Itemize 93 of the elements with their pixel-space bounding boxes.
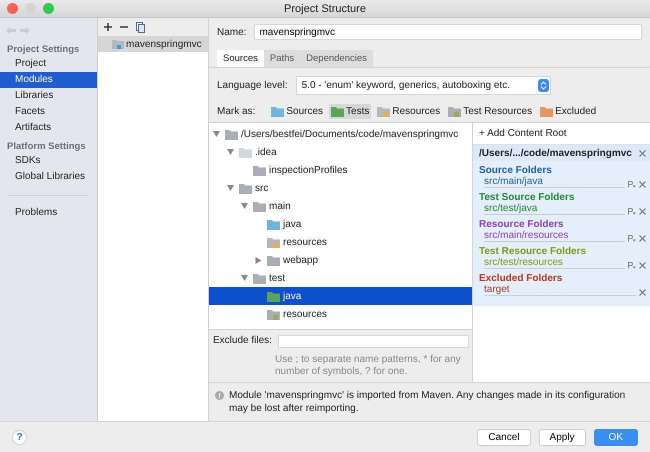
folder-path: src/main/resources — [484, 230, 625, 242]
language-level-label: Language level: — [217, 80, 288, 91]
properties-icon[interactable] — [628, 181, 636, 188]
add-icon[interactable] — [104, 23, 112, 31]
collapse-arrow-icon[interactable] — [213, 131, 220, 137]
exclude-files-field[interactable] — [278, 335, 469, 348]
section-title: Resource Folders — [479, 219, 564, 230]
sidebar-item[interactable]: Artifacts — [0, 120, 97, 136]
tab[interactable]: Dependencies — [300, 50, 373, 67]
copy-icon[interactable] — [136, 22, 145, 32]
sidebar-item[interactable]: Project — [0, 56, 97, 72]
zoom-button[interactable] — [43, 3, 54, 14]
close-icon[interactable] — [639, 150, 646, 157]
folder-icon — [448, 106, 462, 117]
module-item[interactable]: mavenspringmvc — [98, 36, 208, 52]
collapse-arrow-icon[interactable] — [241, 203, 248, 209]
folder-path: src/test/resources — [484, 257, 625, 269]
collapse-arrow-icon[interactable] — [227, 185, 234, 191]
mark-button[interactable]: Tests — [329, 104, 372, 119]
sidebar-item[interactable]: Modules — [0, 72, 97, 88]
folder-path: src/test/java — [484, 203, 625, 215]
stepper-icon — [538, 79, 549, 92]
window-title: Project Structure — [284, 2, 366, 14]
name-label: Name: — [217, 26, 246, 38]
tab[interactable]: Paths — [264, 50, 300, 67]
language-level-dropdown[interactable]: 5.0 - 'enum' keyword, generics, autoboxing etc. — [296, 76, 551, 95]
sidebar-item[interactable]: Libraries — [0, 88, 97, 104]
tab[interactable]: Sources — [217, 50, 264, 67]
mark-button[interactable]: Test Resources — [446, 104, 534, 119]
folder-icon — [239, 146, 252, 158]
module-folder-icon — [112, 39, 124, 49]
section-title: Test Source Folders — [479, 192, 576, 203]
folder-icon — [331, 106, 344, 117]
tree-row[interactable]: java — [209, 215, 472, 233]
sidebar-item[interactable]: SDKs — [0, 153, 97, 169]
tree-row[interactable]: src — [209, 179, 472, 197]
sidebar-item[interactable]: Global Libraries — [0, 169, 97, 185]
exclude-files-label: Exclude files: — [213, 335, 272, 346]
section-title: Excluded Folders — [479, 273, 564, 284]
sidebar-heading: Platform Settings — [6, 140, 87, 153]
sidebar-item[interactable]: Facets — [0, 104, 97, 120]
close-icon[interactable] — [639, 289, 646, 296]
folder-icon — [267, 290, 280, 302]
close-icon[interactable] — [639, 262, 646, 269]
folder-path: target — [484, 284, 636, 296]
folder-icon — [239, 182, 252, 194]
properties-icon[interactable] — [628, 208, 636, 215]
close-icon[interactable] — [639, 235, 646, 242]
info-icon — [215, 391, 224, 400]
properties-icon[interactable] — [628, 262, 636, 269]
folder-icon — [267, 308, 280, 320]
tree-row[interactable]: webapp — [209, 251, 472, 269]
folder-icon — [377, 106, 390, 117]
close-button[interactable] — [7, 3, 18, 14]
folder-icon — [267, 218, 280, 230]
help-button[interactable]: ? — [12, 430, 27, 444]
folder-icon — [253, 272, 266, 284]
folder-icon — [267, 236, 280, 248]
tree-row[interactable]: java — [209, 287, 472, 305]
tree-row[interactable]: inspectionProfiles — [209, 161, 472, 179]
folder-icon — [225, 128, 238, 140]
properties-icon[interactable] — [628, 235, 636, 242]
folder-icon — [253, 164, 266, 176]
collapse-arrow-icon[interactable] — [241, 275, 248, 281]
dialog-button[interactable]: Cancel — [477, 428, 531, 446]
close-icon[interactable] — [639, 181, 646, 188]
name-field[interactable]: mavenspringmvc — [254, 24, 642, 40]
folder-icon — [267, 254, 280, 266]
folder-icon — [253, 200, 266, 212]
dialog-button[interactable]: Apply — [538, 428, 586, 446]
section-title: Test Resource Folders — [479, 246, 588, 257]
mark-button[interactable]: Resources — [375, 104, 442, 119]
tree-row[interactable]: .idea — [209, 143, 472, 161]
mark-button[interactable]: Excluded — [538, 104, 598, 119]
mark-button[interactable]: Sources — [269, 104, 326, 119]
sidebar-heading: Project Settings — [6, 43, 80, 56]
collapse-arrow-icon[interactable] — [227, 149, 234, 155]
folder-icon — [271, 106, 284, 117]
sidebar-item[interactable]: Problems — [0, 205, 97, 221]
tree-row[interactable]: resources — [209, 233, 472, 251]
tree-row[interactable]: test — [209, 269, 472, 287]
hint-text: Use ; to separate name patterns, * for any number of symbols, ? for one. — [275, 354, 462, 379]
folder-icon — [540, 106, 554, 117]
tree-row[interactable]: resources — [209, 305, 472, 323]
folder-path: src/main/java — [484, 176, 625, 188]
mark-as-label: Mark as: — [217, 106, 256, 117]
tree-row[interactable]: /Users/bestfei/Documents/code/mavenspringmvc — [209, 125, 472, 143]
close-icon[interactable] — [639, 208, 646, 215]
tree-row[interactable]: main — [209, 197, 472, 215]
section-title: Source Folders — [479, 165, 553, 176]
content-root-path: /Users/.../code/mavenspringmvc — [479, 148, 632, 159]
expand-arrow-icon[interactable] — [255, 256, 262, 264]
info-message: Module 'mavenspringmvc' is imported from Maven. Any changes made in its configuration may be lost after reimporting. — [229, 389, 626, 415]
